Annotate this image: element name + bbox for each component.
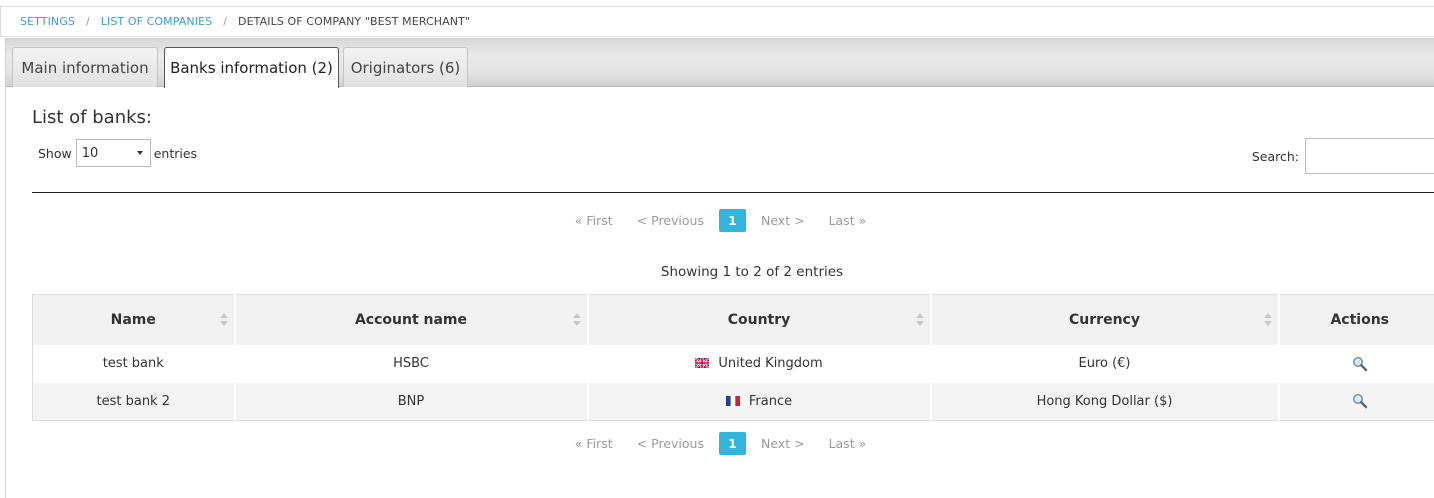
tab-originators[interactable]: Originators (6) <box>343 47 468 87</box>
pagination-next[interactable]: Next > <box>761 213 805 228</box>
pagination-bottom: « First < Previous 1 Next > Last » <box>6 432 1434 455</box>
entries-select-value: 10 <box>82 146 99 161</box>
cell-account-name: HSBC <box>235 345 588 383</box>
search-input[interactable] <box>1305 138 1434 174</box>
search-label: Search: <box>1252 149 1299 164</box>
table-header-row: Name Account name Country Currency Actio… <box>33 295 1434 345</box>
pagination-top: « First < Previous 1 Next > Last » <box>6 209 1434 232</box>
magnify-icon[interactable] <box>1352 393 1368 409</box>
column-header-actions: Actions <box>1279 295 1434 345</box>
cell-currency: Hong Kong Dollar ($) <box>931 383 1279 421</box>
column-header-country[interactable]: Country <box>588 295 931 345</box>
cell-actions <box>1279 383 1434 421</box>
chevron-down-icon <box>137 151 143 155</box>
breadcrumb-companies-link[interactable]: LIST OF COMPANIES <box>101 15 212 28</box>
sort-icon <box>916 313 924 327</box>
column-header-currency[interactable]: Currency <box>931 295 1279 345</box>
pagination-first[interactable]: « First <box>575 436 613 451</box>
sort-icon <box>1264 313 1272 327</box>
breadcrumb-current: DETAILS OF COMPANY "BEST MERCHANT" <box>238 15 470 28</box>
tab-main-information[interactable]: Main information <box>12 47 158 87</box>
uk-flag-icon <box>695 358 709 368</box>
tab-bar: Main information Banks information (2) O… <box>6 39 1434 87</box>
sort-icon <box>573 313 581 327</box>
table-row: test bank HSBC United Kingdom Euro (€) <box>33 345 1434 383</box>
magnify-icon[interactable] <box>1352 356 1368 372</box>
company-details-panel: Main information Banks information (2) O… <box>5 38 1434 498</box>
pagination-next[interactable]: Next > <box>761 436 805 451</box>
pagination-page-1[interactable]: 1 <box>719 432 746 455</box>
table-info: Showing 1 to 2 of 2 entries <box>6 264 1434 280</box>
entries-length-control: Show 10 entries <box>38 139 197 167</box>
search-control: Search: <box>1252 138 1434 174</box>
cell-currency: Euro (€) <box>931 345 1279 383</box>
cell-country: United Kingdom <box>588 345 931 383</box>
show-label: Show <box>38 146 72 161</box>
section-title: List of banks: <box>32 107 152 128</box>
tab-banks-information[interactable]: Banks information (2) <box>164 47 339 88</box>
cell-name: test bank <box>33 345 235 383</box>
breadcrumb-separator: / <box>86 15 90 28</box>
divider <box>32 192 1434 193</box>
cell-country: France <box>588 383 931 421</box>
cell-name: test bank 2 <box>33 383 235 421</box>
entries-select[interactable]: 10 <box>76 139 151 167</box>
pagination-previous[interactable]: < Previous <box>637 436 704 451</box>
pagination-last[interactable]: Last » <box>829 436 867 451</box>
pagination-first[interactable]: « First <box>575 213 613 228</box>
column-header-name[interactable]: Name <box>33 295 235 345</box>
pagination-previous[interactable]: < Previous <box>637 213 704 228</box>
pagination-page-1[interactable]: 1 <box>719 209 746 232</box>
cell-account-name: BNP <box>235 383 588 421</box>
sort-icon <box>220 313 228 327</box>
breadcrumb-settings-link[interactable]: SETTINGS <box>20 15 75 28</box>
france-flag-icon <box>726 396 740 406</box>
banks-table: Name Account name Country Currency Actio… <box>32 294 1434 421</box>
table-row: test bank 2 BNP France Hong Kong Dollar … <box>33 383 1434 421</box>
breadcrumb-separator: / <box>223 15 227 28</box>
entries-label: entries <box>154 146 197 161</box>
column-header-account-name[interactable]: Account name <box>235 295 588 345</box>
pagination-last[interactable]: Last » <box>829 213 867 228</box>
cell-actions <box>1279 345 1434 383</box>
breadcrumb: SETTINGS / LIST OF COMPANIES / DETAILS O… <box>0 6 1434 37</box>
